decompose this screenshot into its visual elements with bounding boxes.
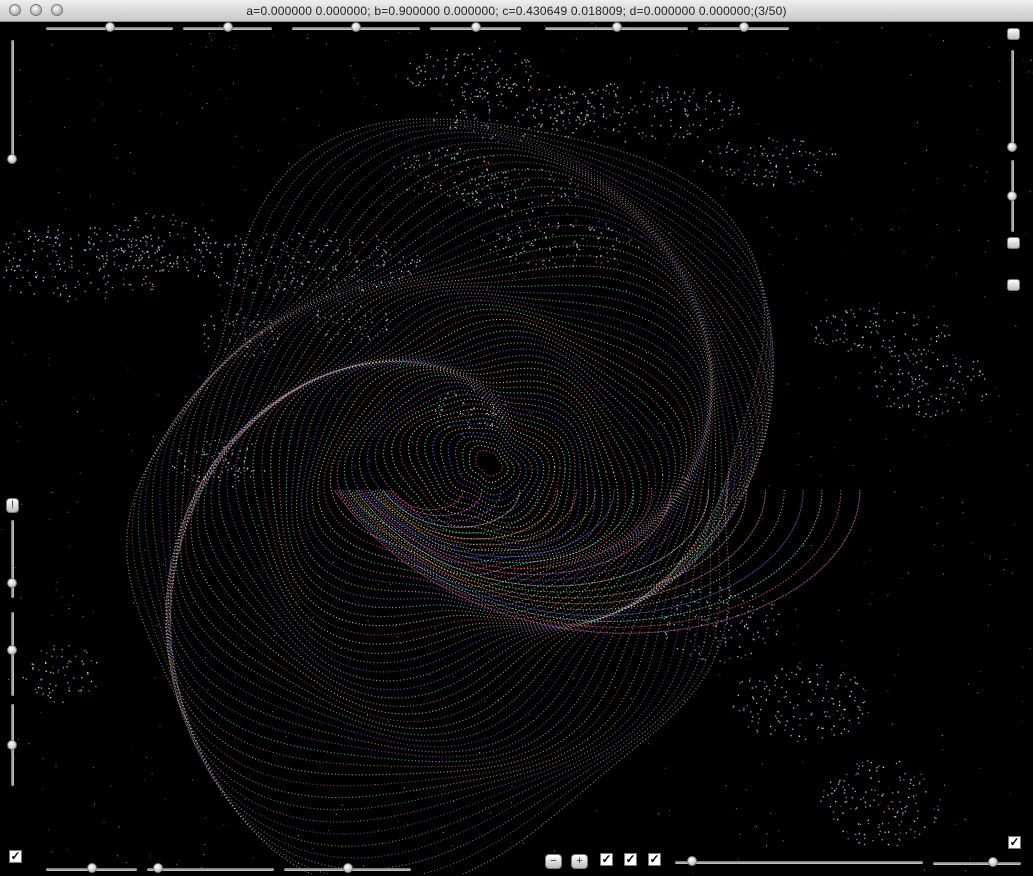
slider-track: [933, 862, 1021, 865]
right-toggle-button-1[interactable]: [1007, 28, 1020, 40]
slider-knob[interactable]: [7, 645, 17, 655]
slider-knob[interactable]: [7, 154, 17, 164]
star-cloud-layer: [0, 23, 1033, 873]
top-slider-3[interactable]: [292, 21, 420, 35]
window-title: a=0.000000 0.000000; b=0.900000 0.000000…: [0, 4, 1033, 18]
bottom-slider-4[interactable]: [675, 855, 923, 869]
bottom-right-checkbox[interactable]: ✓: [1008, 836, 1021, 849]
slider-track: [675, 861, 923, 864]
bottom-checkbox-2[interactable]: ✓: [624, 853, 637, 866]
right-toggle-button-2[interactable]: [1007, 237, 1020, 249]
right-slider-1[interactable]: [1006, 50, 1020, 152]
title-bar[interactable]: a=0.000000 0.000000; b=0.900000 0.000000…: [0, 0, 1033, 22]
left-slider-3[interactable]: [6, 612, 20, 696]
slider-track: [1011, 50, 1014, 152]
slider-knob[interactable]: [153, 863, 163, 873]
slider-knob[interactable]: [471, 22, 481, 32]
top-slider-1[interactable]: [46, 21, 173, 35]
right-toggle-button-3[interactable]: [1007, 279, 1020, 291]
bottom-left-checkbox[interactable]: ✓: [9, 850, 22, 863]
left-slider-1[interactable]: [6, 40, 20, 164]
slider-knob[interactable]: [351, 22, 361, 32]
slider-knob[interactable]: [7, 578, 17, 588]
right-slider-2[interactable]: [1006, 160, 1020, 232]
slider-knob[interactable]: [1007, 191, 1017, 201]
spiral-trails: [127, 119, 860, 874]
bottom-checkbox-1[interactable]: ✓: [600, 853, 613, 866]
slider-knob[interactable]: [988, 857, 998, 867]
slider-track: [11, 40, 14, 164]
slider-knob[interactable]: [739, 22, 749, 32]
left-slider-2[interactable]: [6, 520, 20, 598]
slider-track: [147, 868, 274, 871]
top-slider-5[interactable]: [545, 21, 688, 35]
slider-knob[interactable]: [1007, 142, 1017, 152]
slider-knob[interactable]: [343, 863, 353, 873]
slider-knob[interactable]: [105, 22, 115, 32]
slider-knob[interactable]: [612, 22, 622, 32]
top-slider-6[interactable]: [698, 21, 789, 35]
slider-knob[interactable]: [87, 863, 97, 873]
left-slider-4[interactable]: [6, 704, 20, 786]
top-slider-2[interactable]: [183, 21, 272, 35]
fractal-canvas[interactable]: [0, 22, 1033, 874]
zoom-in-button[interactable]: +: [571, 854, 588, 869]
slider-knob[interactable]: [7, 740, 17, 750]
bottom-checkbox-3[interactable]: ✓: [648, 853, 661, 866]
app-window: a=0.000000 0.000000; b=0.900000 0.000000…: [0, 0, 1033, 874]
top-slider-4[interactable]: [430, 21, 521, 35]
zoom-out-button[interactable]: −: [545, 854, 562, 869]
slider-knob[interactable]: [687, 856, 697, 866]
alert-button[interactable]: !: [6, 498, 19, 513]
bottom-slider-5[interactable]: [933, 856, 1021, 870]
slider-knob[interactable]: [223, 22, 233, 32]
